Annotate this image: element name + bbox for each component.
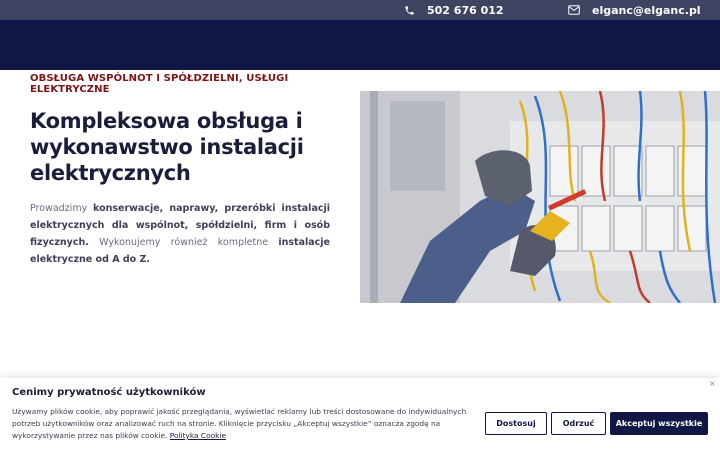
phone-icon — [405, 5, 414, 15]
main-navbar — [0, 20, 720, 70]
reject-button[interactable]: Odrzuć — [551, 412, 606, 435]
desc-part-3: Wykonujemy również kompletne — [88, 237, 279, 248]
phone-number: 502 676 012 — [427, 3, 504, 17]
hero-description: Prowadzimy konserwacje, naprawy, przerób… — [30, 200, 330, 268]
close-icon[interactable]: × — [709, 379, 716, 388]
accept-all-button[interactable]: Akceptuj wszystkie — [610, 412, 708, 435]
cookie-title: Cenimy prywatność użytkowników — [12, 387, 206, 398]
cookie-text: Używamy plików cookie, aby poprawić jako… — [12, 406, 480, 442]
cookie-text-body: Używamy plików cookie, aby poprawić jako… — [12, 407, 467, 440]
cookie-consent-banner: Cenimy prywatność użytkowników × Używamy… — [0, 378, 720, 450]
email-address: elganc@elganc.pl — [592, 3, 701, 17]
hero-photo-electrician — [360, 91, 720, 303]
customize-button[interactable]: Dostosuj — [485, 412, 547, 435]
phone-contact[interactable]: 502 676 012 — [404, 0, 504, 20]
hero-eyebrow: Obsługa wspólnot i spółdzielni, usługi e… — [30, 73, 289, 95]
top-contact-bar: 502 676 012 elganc@elganc.pl — [0, 0, 720, 20]
envelope-icon — [568, 5, 580, 15]
hero-headline: Kompleksowa obsługa i wykonawstwo instal… — [30, 109, 304, 185]
desc-part-1: Prowadzimy — [30, 203, 94, 214]
email-contact[interactable]: elganc@elganc.pl — [568, 0, 701, 20]
cookie-policy-link[interactable]: Polityka Cookie — [170, 431, 226, 440]
